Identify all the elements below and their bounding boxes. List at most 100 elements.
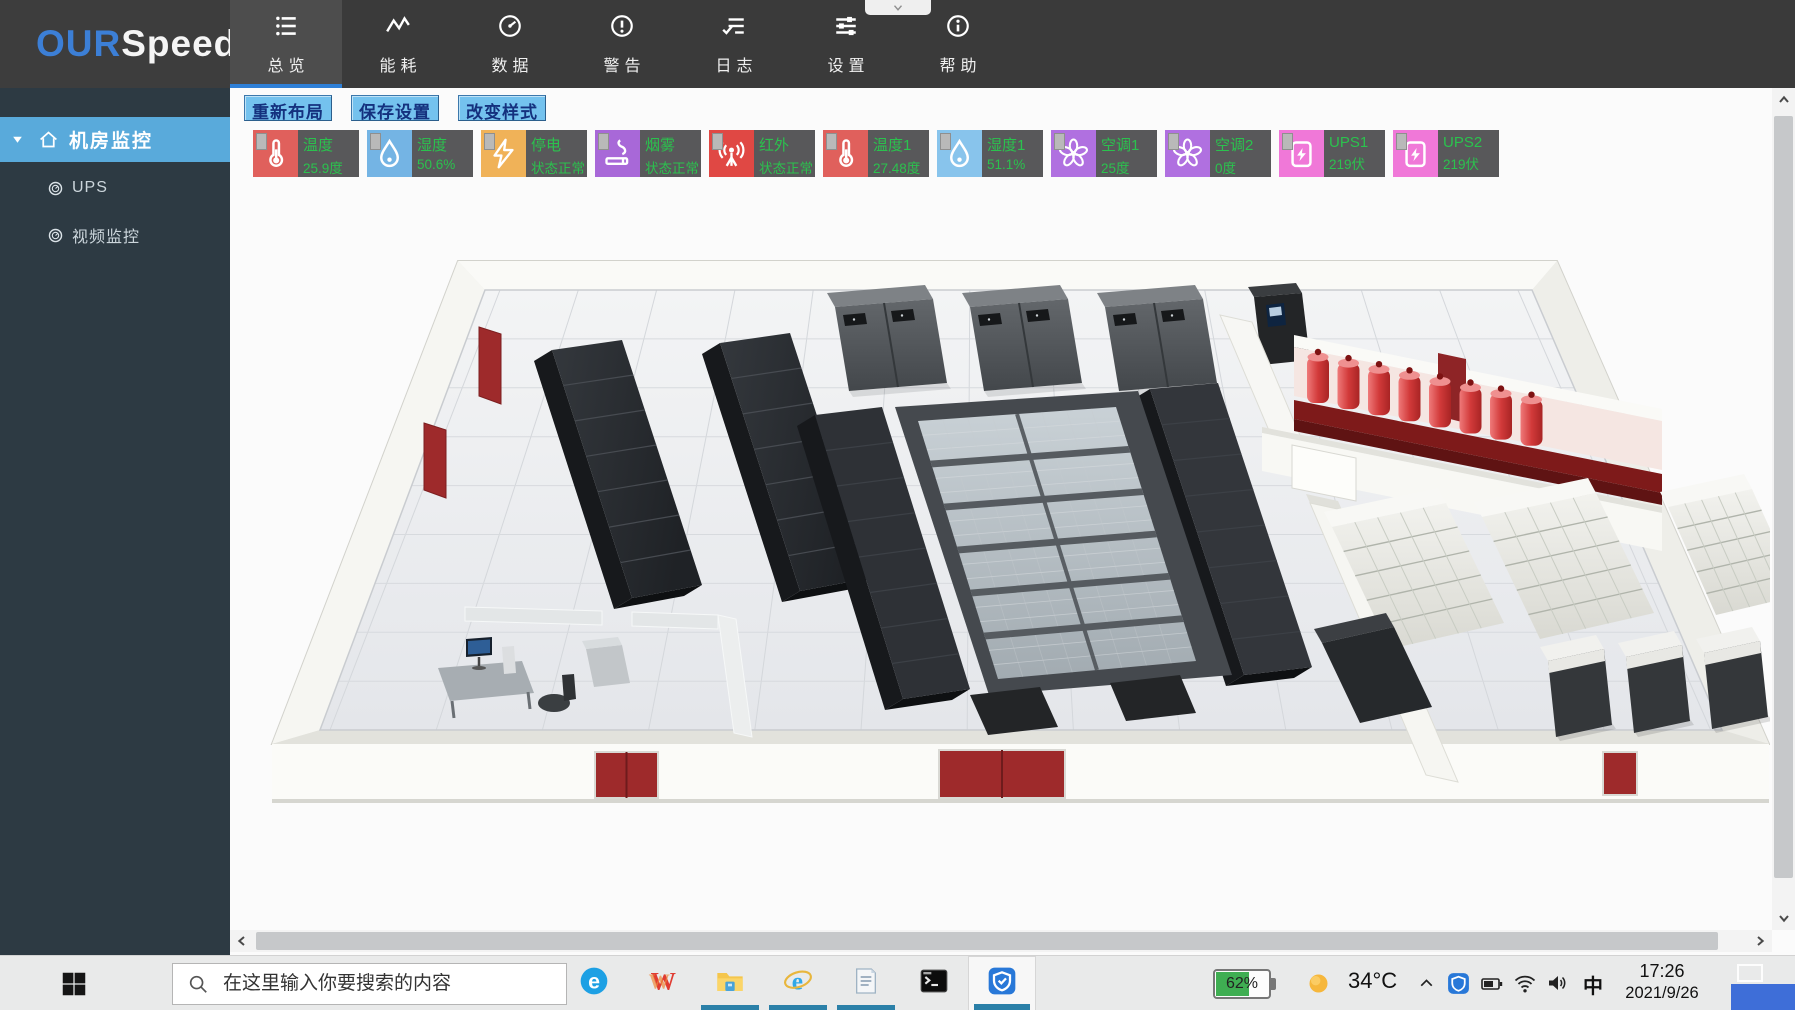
- wps-icon: WW: [646, 965, 678, 997]
- weather-widget[interactable]: [1305, 970, 1332, 997]
- caret-down-icon: [11, 133, 24, 146]
- tray-battery[interactable]: [1479, 972, 1505, 996]
- alert-icon: [609, 13, 635, 39]
- toolbar-button-1[interactable]: 重新布局: [244, 95, 332, 121]
- sidebar-group-label: 机房监控: [69, 126, 153, 153]
- bolt-icon: [487, 137, 520, 170]
- sensor-tile-2[interactable]: 湿度 50.6%: [367, 130, 473, 177]
- taskbar-clock[interactable]: 17:26 2021/9/26: [1614, 961, 1710, 1003]
- cmd-icon: [918, 965, 950, 997]
- nav-tab-2[interactable]: 能耗: [342, 0, 454, 88]
- droplet-icon: [373, 137, 406, 170]
- edge-icon: e: [578, 965, 610, 997]
- droplet-icon: [943, 137, 976, 170]
- sensor-tile-3[interactable]: 停电 状态正常: [481, 130, 587, 177]
- taskbar-app-cmd[interactable]: [900, 956, 968, 1010]
- taskbar-app-internet-explorer[interactable]: e: [764, 956, 832, 1010]
- horizontal-scrollbar[interactable]: [230, 930, 1772, 952]
- nav-tab-label: 数据: [486, 52, 533, 76]
- taskbar-app-edge[interactable]: e: [560, 956, 628, 1010]
- taskbar-search[interactable]: [172, 963, 567, 1005]
- search-input[interactable]: [221, 972, 566, 996]
- sensor-value: 25度: [1101, 157, 1154, 177]
- wave-icon: [385, 13, 411, 39]
- brand-text: OURSpeed: [36, 23, 237, 65]
- start-button[interactable]: [52, 962, 96, 1006]
- taskbar-app-file-explorer[interactable]: [696, 956, 764, 1010]
- horizontal-scroll-thumb[interactable]: [256, 932, 1718, 950]
- nav-tab-5[interactable]: 日志: [678, 0, 790, 88]
- sensor-name: 湿度1: [987, 134, 1040, 155]
- sensor-value: 25.9度: [303, 157, 356, 177]
- sensor-tile-9[interactable]: 空调2 0度: [1165, 130, 1271, 177]
- thermometer-icon: [829, 137, 862, 170]
- sensor-value: 状态正常: [531, 157, 584, 177]
- sensor-value: 状态正常: [645, 157, 698, 177]
- brand-suffix: Speed: [121, 23, 237, 64]
- scroll-down-button[interactable]: [1772, 906, 1795, 930]
- sensor-value: 0度: [1215, 157, 1268, 177]
- tray-volume[interactable]: [1546, 971, 1570, 995]
- sensor-tile-11[interactable]: UPS2 219伏: [1393, 130, 1499, 177]
- tray-expand[interactable]: [1416, 973, 1437, 994]
- chevron-up-icon: [1416, 973, 1437, 994]
- ie-icon: e: [782, 965, 814, 997]
- taskbar-app-monitor-app[interactable]: [968, 956, 1036, 1010]
- antenna-icon: [715, 137, 748, 170]
- sensor-tile-4[interactable]: 烟雾 状态正常: [595, 130, 701, 177]
- battery-icon: [1479, 972, 1505, 996]
- sensor-tile-7[interactable]: 湿度1 51.1%: [937, 130, 1043, 177]
- sliders-icon: [833, 13, 859, 39]
- sensor-value: 状态正常: [759, 157, 812, 177]
- ime-indicator[interactable]: 中: [1583, 970, 1603, 999]
- sensor-value: 219伏: [1443, 153, 1496, 173]
- scroll-left-button[interactable]: [230, 930, 254, 952]
- battery-percent: 62%: [1215, 971, 1269, 997]
- sidebar-group-room-monitor[interactable]: 机房监控: [0, 117, 230, 162]
- chevron-down-icon: [889, 1, 907, 15]
- nav-tab-1[interactable]: 总览: [230, 0, 342, 88]
- nav-tab-4[interactable]: 警告: [566, 0, 678, 88]
- search-icon: [187, 973, 209, 995]
- sidebar-item-label: UPS: [72, 179, 108, 197]
- room-3d-view[interactable]: [270, 255, 1770, 810]
- brand-prefix: OUR: [36, 23, 121, 64]
- scroll-up-button[interactable]: [1772, 88, 1795, 112]
- sensor-tile-10[interactable]: UPS1 219伏: [1279, 130, 1385, 177]
- scroll-right-button[interactable]: [1748, 930, 1772, 952]
- nav-tab-label: 警告: [598, 52, 645, 76]
- vertical-scroll-thumb[interactable]: [1774, 116, 1793, 878]
- sidebar-item-1[interactable]: UPS: [0, 173, 230, 203]
- sensor-value: 50.6%: [417, 157, 470, 172]
- smoke-icon: [601, 137, 634, 170]
- taskbar-app-notepad[interactable]: [832, 956, 900, 1010]
- toolbar-button-2[interactable]: 保存设置: [351, 95, 439, 121]
- wifi-icon: [1513, 971, 1537, 995]
- sidebar-item-label: 视频监控: [72, 223, 140, 247]
- sensor-name: 湿度: [417, 134, 470, 155]
- sensor-tile-5[interactable]: 红外 状态正常: [709, 130, 815, 177]
- scroll-right-icon: [1752, 933, 1768, 949]
- battery-widget[interactable]: 62%: [1213, 969, 1271, 999]
- tray-wifi[interactable]: [1513, 971, 1537, 995]
- sensor-name: 空调1: [1101, 134, 1154, 155]
- vertical-scrollbar[interactable]: [1772, 88, 1795, 930]
- tray-security-app[interactable]: [1446, 971, 1471, 996]
- sensor-value: 219伏: [1329, 153, 1382, 173]
- temperature-label[interactable]: 34°C: [1348, 968, 1397, 994]
- collapse-header-tab[interactable]: [865, 0, 931, 15]
- nav-tab-3[interactable]: 数据: [454, 0, 566, 88]
- list-icon: [273, 13, 299, 39]
- sensor-name: 红外: [759, 134, 812, 155]
- sensor-tile-6[interactable]: 温度1 27.48度: [823, 130, 929, 177]
- sidebar-item-2[interactable]: 视频监控: [0, 220, 230, 250]
- toolbar-button-3[interactable]: 改变样式: [458, 95, 546, 121]
- speaker-icon: [1546, 971, 1570, 995]
- tray-window-outline-icon[interactable]: [1737, 964, 1763, 982]
- nav-tab-label: 帮助: [934, 52, 981, 76]
- scroll-up-icon: [1776, 92, 1792, 108]
- scroll-down-icon: [1776, 910, 1792, 926]
- sensor-tile-1[interactable]: 温度 25.9度: [253, 130, 359, 177]
- taskbar-app-wps[interactable]: WW: [628, 956, 696, 1010]
- sensor-tile-8[interactable]: 空调1 25度: [1051, 130, 1157, 177]
